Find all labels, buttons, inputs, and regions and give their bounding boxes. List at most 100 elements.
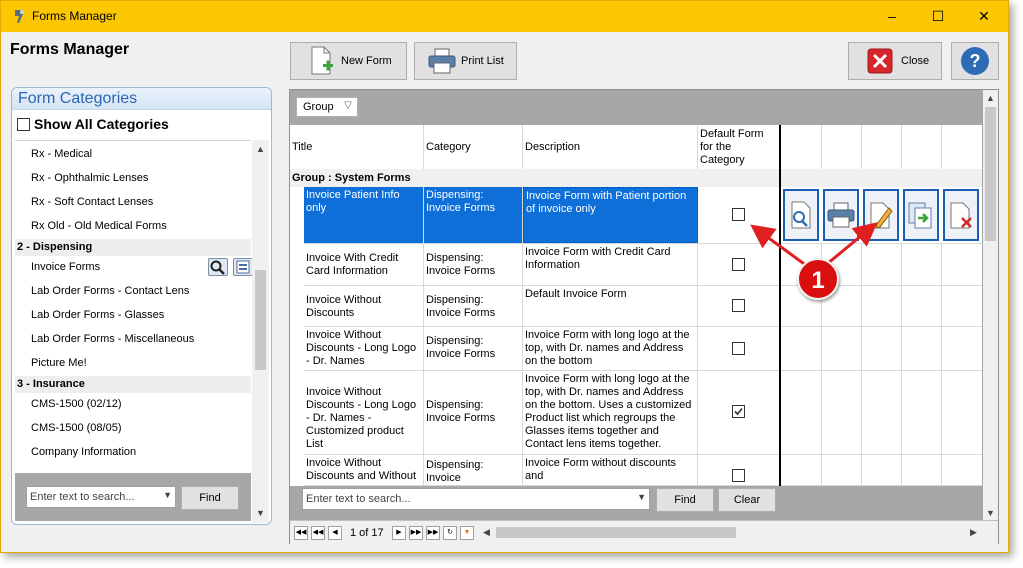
delete-form-button[interactable] — [943, 189, 979, 241]
category-item[interactable]: Picture Me! — [31, 357, 87, 369]
preview-category-button[interactable] — [208, 258, 228, 276]
group-by-chip[interactable]: Group ▽ — [296, 97, 358, 117]
title-cell[interactable]: Invoice Without Discounts - Long Logo - … — [304, 371, 424, 454]
help-icon: ? — [961, 47, 989, 75]
default-cell — [698, 455, 780, 485]
category-item[interactable]: Rx Old - Old Medical Forms — [31, 220, 167, 232]
grid-find-button[interactable]: Find — [656, 488, 714, 512]
help-button[interactable]: ? — [951, 42, 999, 80]
description-cell[interactable]: Invoice Form with Credit Card Informatio… — [523, 244, 698, 285]
scroll-down-icon[interactable]: ▼ — [986, 508, 995, 518]
column-header-default-form[interactable]: Default Form for the Category — [698, 125, 780, 169]
window-title: Forms Manager — [32, 9, 117, 23]
chevron-down-icon[interactable]: ▼ — [163, 490, 172, 500]
column-divider — [941, 244, 942, 486]
scroll-right-icon[interactable]: ▶ — [970, 527, 977, 538]
category-cell[interactable]: Dispensing: Invoice Forms — [424, 327, 523, 370]
category-item[interactable]: Rx - Medical — [31, 148, 92, 160]
category-search-input[interactable]: Enter text to search... ▼ — [26, 486, 176, 508]
category-cell[interactable]: Dispensing: Invoice Forms — [424, 187, 523, 243]
table-row[interactable]: Invoice Without Discounts Dispensing: In… — [304, 286, 982, 327]
checkbox-icon[interactable] — [17, 117, 30, 131]
table-row[interactable]: Invoice Without Discounts - Long Logo - … — [304, 327, 982, 371]
default-checkbox[interactable] — [732, 299, 745, 312]
column-divider — [821, 125, 822, 169]
default-checkbox-checked[interactable] — [732, 405, 745, 418]
show-all-categories-checkbox[interactable]: Show All Categories — [17, 116, 169, 132]
category-group-header: 2 - Dispensing — [15, 239, 251, 256]
category-find-button[interactable]: Find — [181, 486, 239, 510]
chevron-down-icon[interactable]: ▼ — [637, 492, 646, 502]
category-scrollbar[interactable]: ▲ ▼ — [252, 140, 269, 523]
title-cell[interactable]: Invoice Without Discounts — [304, 286, 424, 326]
edit-category-button[interactable] — [233, 258, 253, 276]
category-cell[interactable]: Dispensing: Invoice — [424, 455, 523, 485]
last-page-icon[interactable]: ▶▶ — [426, 526, 440, 540]
title-cell[interactable]: Invoice With Credit Card Information — [304, 244, 424, 285]
grid-clear-button[interactable]: Clear — [718, 488, 776, 512]
description-cell[interactable]: Invoice Form with long logo at the top, … — [523, 327, 698, 370]
previous-block-icon[interactable]: ◀◀ — [311, 526, 325, 540]
description-cell[interactable]: Invoice Form without discounts and — [523, 455, 698, 485]
column-header-title[interactable]: Title — [290, 125, 424, 169]
filter-icon[interactable]: ▼ — [460, 526, 474, 540]
column-divider — [861, 125, 862, 169]
scroll-up-icon[interactable]: ▲ — [256, 144, 265, 154]
category-item[interactable]: CMS-1500 (02/12) — [31, 398, 122, 410]
category-item[interactable]: CMS-1500 (08/05) — [31, 422, 122, 434]
column-divider — [901, 125, 902, 169]
minimize-button[interactable]: – — [869, 1, 915, 32]
first-page-icon[interactable]: ◀◀ — [294, 526, 308, 540]
page-title: Forms Manager — [10, 41, 130, 58]
table-row[interactable]: Invoice Without Discounts and Without Di… — [304, 455, 982, 486]
description-cell[interactable]: Invoice Form with Patient portion of inv… — [523, 187, 698, 243]
next-page-icon[interactable]: ▶ — [392, 526, 406, 540]
print-list-button[interactable]: Print List — [414, 42, 517, 80]
description-cell[interactable]: Default Invoice Form — [523, 286, 698, 326]
column-header-category[interactable]: Category — [424, 125, 523, 169]
forms-grid: Title Category Description Default Form … — [290, 125, 982, 486]
maximize-button[interactable]: ☐ — [915, 1, 961, 32]
category-item[interactable]: Lab Order Forms - Miscellaneous — [31, 333, 194, 345]
next-block-icon[interactable]: ▶▶ — [409, 526, 423, 540]
title-cell[interactable]: Invoice Without Discounts and Without — [304, 455, 424, 485]
close-button[interactable]: Close — [848, 42, 942, 80]
scroll-thumb[interactable] — [985, 107, 996, 241]
category-item[interactable]: Lab Order Forms - Glasses — [31, 309, 164, 321]
category-item[interactable]: Lab Order Forms - Contact Lens — [31, 285, 189, 297]
scroll-thumb[interactable] — [255, 270, 266, 370]
default-checkbox[interactable] — [732, 469, 745, 482]
grid-scrollbar[interactable]: ▲ ▼ — [983, 90, 998, 520]
new-form-button[interactable]: New Form — [290, 42, 407, 80]
category-item[interactable]: Rx - Ophthalmic Lenses — [31, 172, 148, 184]
scroll-left-icon[interactable]: ◀ — [483, 527, 490, 538]
copy-form-button[interactable] — [903, 189, 939, 241]
forms-manager-window: Forms Manager – ☐ ✕ Forms Manager New Fo… — [0, 0, 1009, 553]
column-header-description[interactable]: Description — [523, 125, 698, 169]
category-item[interactable]: Invoice Forms — [31, 261, 100, 273]
title-cell[interactable]: Invoice Without Discounts - Long Logo - … — [304, 327, 424, 370]
default-checkbox[interactable] — [732, 342, 745, 355]
refresh-icon[interactable]: ↻ — [443, 526, 457, 540]
grid-search-placeholder: Enter text to search... — [306, 493, 411, 505]
title-cell[interactable]: Invoice Patient Info only — [304, 187, 424, 243]
grid-search-input[interactable]: Enter text to search... ▼ — [302, 488, 650, 510]
filter-icon[interactable]: ▽ — [344, 100, 352, 111]
category-item[interactable]: Company Information — [31, 446, 136, 458]
table-row[interactable]: Invoice Without Discounts - Long Logo - … — [304, 371, 982, 455]
form-categories-panel: Form Categories Show All Categories Rx -… — [11, 87, 272, 525]
previous-page-icon[interactable]: ◀ — [328, 526, 342, 540]
description-cell[interactable]: Invoice Form with long logo at the top, … — [523, 371, 698, 454]
delete-icon — [950, 202, 972, 229]
new-document-icon — [311, 46, 333, 75]
category-cell[interactable]: Dispensing: Invoice Forms — [424, 286, 523, 326]
scroll-down-icon[interactable]: ▼ — [256, 508, 265, 518]
forms-grid-panel: Group ▽ Title Category Description Defau… — [289, 89, 999, 544]
new-form-label: New Form — [341, 55, 392, 67]
scroll-up-icon[interactable]: ▲ — [986, 93, 995, 103]
category-cell[interactable]: Dispensing: Invoice Forms — [424, 244, 523, 285]
category-item[interactable]: Rx - Soft Contact Lenses — [31, 196, 153, 208]
horizontal-scroll-thumb[interactable] — [496, 527, 736, 538]
category-cell[interactable]: Dispensing: Invoice Forms — [424, 371, 523, 454]
close-window-button[interactable]: ✕ — [961, 1, 1007, 32]
